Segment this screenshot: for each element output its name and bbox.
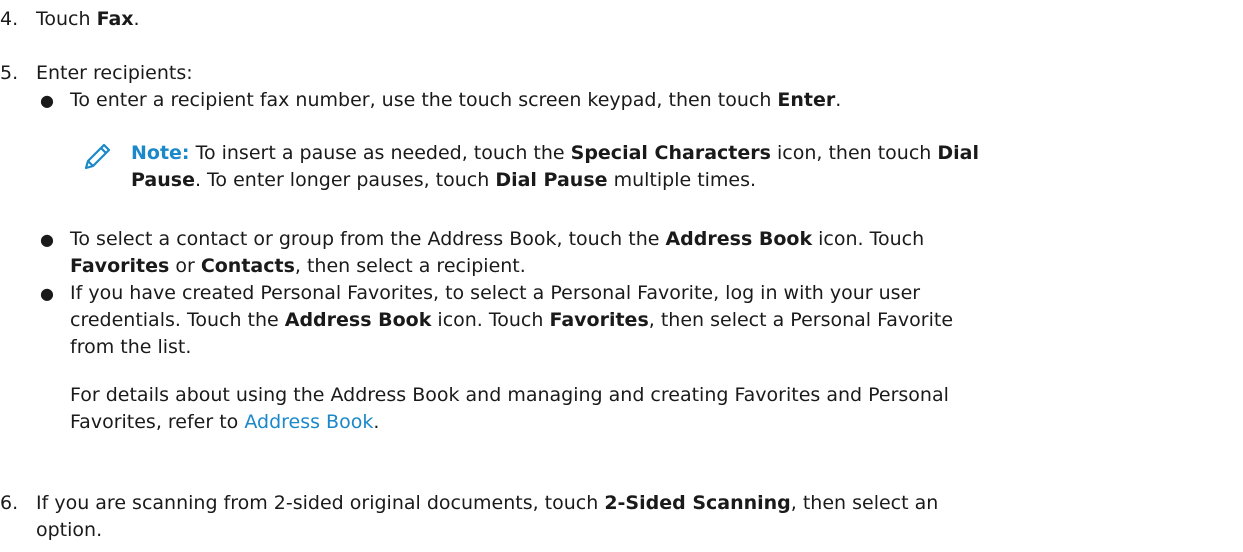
step-text: If you are scanning from 2-sided origina… (36, 492, 939, 541)
step-number: 6. (0, 492, 19, 514)
bullet-text: To enter a recipient fax number, use the… (70, 89, 842, 111)
bullet-icon: ● (40, 230, 54, 249)
step-number: 4. (0, 8, 19, 30)
note-label: Note: (131, 142, 190, 164)
step-text: Enter recipients: (36, 62, 193, 84)
bullet-text: To select a contact or group from the Ad… (70, 228, 925, 277)
bullet-icon: ● (40, 284, 54, 303)
note-text: Note: To insert a pause as needed, touch… (131, 142, 979, 191)
step-number: 5. (0, 62, 19, 84)
bullet-icon: ● (40, 91, 54, 110)
address-book-link[interactable]: Address Book (244, 411, 373, 433)
step-text: Touch Fax. (36, 8, 140, 30)
document-page: 4. Touch Fax. 5. Enter recipients: ● To … (0, 0, 1243, 552)
bullet-text: If you have created Personal Favorites, … (70, 282, 954, 358)
pencil-icon (84, 143, 111, 170)
